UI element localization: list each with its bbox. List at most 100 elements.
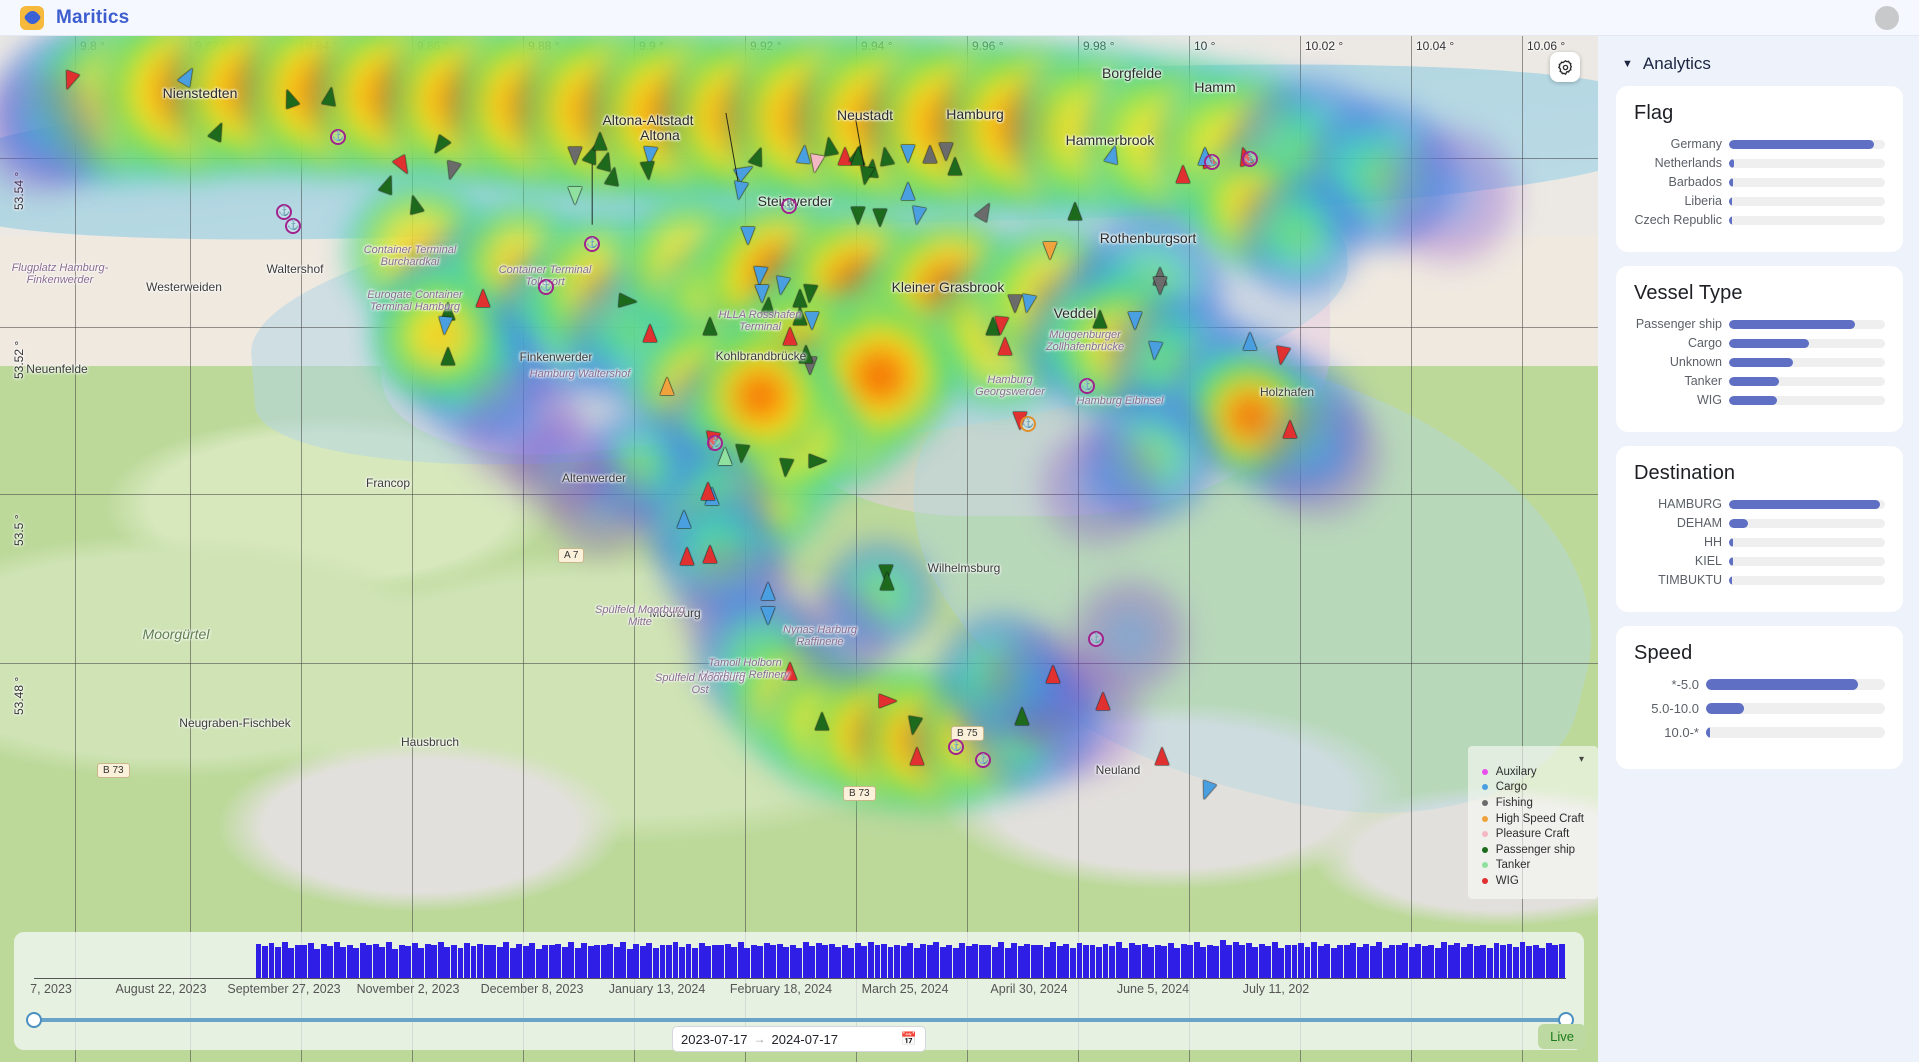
caret-down-icon[interactable]: ▼ (1622, 58, 1633, 70)
map-anchor-icon[interactable]: ⚓ (330, 129, 346, 145)
vessel-marker[interactable] (703, 545, 717, 563)
map-anchor-icon[interactable]: ⚓ (781, 198, 797, 214)
analytics-header[interactable]: ▼ Analytics (1622, 54, 1903, 74)
vessel-marker[interactable] (701, 482, 715, 500)
map-anchor-icon[interactable]: ⚓ (707, 435, 723, 451)
analytics-bar-row[interactable]: KIEL (1634, 554, 1885, 568)
vessel-marker[interactable] (998, 337, 1012, 355)
analytics-bar-row[interactable]: Czech Republic (1634, 213, 1885, 227)
vessel-marker[interactable] (752, 266, 768, 286)
analytics-bar-row[interactable]: TIMBUKTU (1634, 573, 1885, 587)
vessel-marker[interactable] (923, 145, 937, 163)
vessel-marker[interactable] (568, 187, 582, 205)
timeline-panel[interactable]: 7, 2023 August 22, 2023 September 27, 2023… (14, 932, 1586, 1052)
gear-icon[interactable] (1550, 52, 1580, 82)
vessel-marker[interactable] (1153, 277, 1167, 295)
vessel-marker[interactable] (761, 607, 775, 625)
vessel-marker[interactable] (815, 712, 829, 730)
vessel-marker[interactable] (1283, 420, 1297, 438)
analytics-bar-row[interactable]: DEHAM (1634, 516, 1885, 530)
vessel-marker[interactable] (1147, 341, 1163, 361)
slider-handle-left[interactable] (26, 1012, 42, 1028)
vessel-marker[interactable] (901, 182, 915, 200)
vessel-marker[interactable] (734, 444, 750, 464)
vessel-marker[interactable] (1128, 312, 1142, 330)
vessel-marker[interactable] (880, 572, 894, 590)
analytics-bar-row[interactable]: 10.0-* (1634, 725, 1885, 740)
vessel-marker[interactable] (1176, 165, 1190, 183)
map-anchor-icon[interactable]: ⚓ (584, 236, 600, 252)
vessel-marker[interactable] (476, 289, 490, 307)
vessel-marker[interactable] (802, 284, 818, 304)
legend-item[interactable]: Pleasure Craft (1478, 826, 1584, 842)
vessel-marker[interactable] (741, 227, 755, 245)
legend-item[interactable]: WIG (1478, 873, 1584, 889)
analytics-bar-row[interactable]: Tanker (1634, 374, 1885, 388)
legend-item[interactable]: Fishing (1478, 795, 1584, 811)
map-viewport[interactable]: 9.8 ° 9.82 ° 9.84 ° 9.86 ° 9.88 ° 9.9 ° 9.92 °… (0, 36, 1598, 1062)
calendar-icon[interactable]: 📅 (901, 1031, 917, 1047)
vessel-marker[interactable] (437, 316, 453, 336)
analytics-bar-row[interactable]: WIG (1634, 393, 1885, 407)
vessel-marker[interactable] (778, 458, 794, 478)
date-from-input[interactable]: 2023-07-17 (681, 1032, 748, 1047)
vessel-marker[interactable] (593, 132, 607, 150)
analytics-bar-row[interactable]: Passenger ship (1634, 317, 1885, 331)
map-anchor-icon[interactable]: ⚓ (1020, 416, 1036, 432)
analytics-bar-row[interactable]: Unknown (1634, 355, 1885, 369)
vessel-marker[interactable] (1015, 707, 1029, 725)
analytics-bar-row[interactable]: *-5.0 (1634, 677, 1885, 692)
vessel-marker[interactable] (640, 161, 656, 181)
analytics-bar-row[interactable]: Netherlands (1634, 156, 1885, 170)
date-range-picker[interactable]: 2023-07-17 → 2024-07-17 📅 (672, 1026, 926, 1052)
map-anchor-icon[interactable]: ⚓ (285, 218, 301, 234)
map-anchor-icon[interactable]: ⚓ (948, 739, 964, 755)
vessel-marker[interactable] (680, 547, 694, 565)
map-anchor-icon[interactable]: ⚓ (538, 279, 554, 295)
vessel-marker[interactable] (879, 694, 897, 708)
map-anchor-icon[interactable]: ⚓ (975, 752, 991, 768)
chevron-down-icon[interactable]: ▾ (1478, 755, 1584, 765)
map-anchor-icon[interactable]: ⚓ (276, 204, 292, 220)
vessel-marker[interactable] (643, 324, 657, 342)
vessel-marker[interactable] (821, 135, 839, 157)
map-legend[interactable]: ▾ Auxilary Cargo Fishing High Speed Craft Pl… (1467, 746, 1598, 899)
date-to-input[interactable]: 2024-07-17 (772, 1032, 839, 1047)
vessel-marker[interactable] (677, 510, 691, 528)
vessel-marker[interactable] (851, 207, 865, 225)
vessel-marker[interactable] (993, 316, 1009, 336)
vessel-marker[interactable] (568, 147, 582, 165)
analytics-bar-row[interactable]: Liberia (1634, 194, 1885, 208)
analytics-bar-row[interactable]: Germany (1634, 137, 1885, 151)
vessel-marker[interactable] (1096, 692, 1110, 710)
analytics-bar-row[interactable]: Cargo (1634, 336, 1885, 350)
analytics-bar-row[interactable]: Barbados (1634, 175, 1885, 189)
legend-item[interactable]: High Speed Craft (1478, 811, 1584, 827)
analytics-bar-row[interactable]: HAMBURG (1634, 497, 1885, 511)
vessel-marker[interactable] (809, 454, 827, 468)
map-anchor-icon[interactable]: ⚓ (1079, 378, 1095, 394)
vessel-marker[interactable] (761, 582, 775, 600)
legend-item[interactable]: Tanker (1478, 858, 1584, 874)
vessel-marker[interactable] (877, 145, 895, 167)
analytics-bar-row[interactable]: HH (1634, 535, 1885, 549)
map-anchor-icon[interactable]: ⚓ (1242, 151, 1258, 167)
vessel-marker[interactable] (1243, 332, 1257, 350)
vessel-marker[interactable] (1155, 747, 1169, 765)
legend-item[interactable]: Cargo (1478, 780, 1584, 796)
vessel-marker[interactable] (910, 747, 924, 765)
vessel-marker[interactable] (948, 157, 962, 175)
legend-item[interactable]: Passenger ship (1478, 842, 1584, 858)
vessel-marker[interactable] (1046, 665, 1060, 683)
legend-item[interactable]: Auxilary (1478, 764, 1584, 780)
analytics-bar-row[interactable]: 5.0-10.0 (1634, 701, 1885, 716)
vessel-marker[interactable] (718, 447, 732, 465)
vessel-marker[interactable] (1068, 202, 1082, 220)
vessel-marker[interactable] (618, 293, 638, 309)
map-anchor-icon[interactable]: ⚓ (1204, 154, 1220, 170)
live-button[interactable]: Live (1538, 1024, 1586, 1049)
user-avatar[interactable] (1875, 6, 1899, 30)
vessel-marker[interactable] (1043, 242, 1057, 260)
vessel-marker[interactable] (660, 377, 674, 395)
map-anchor-icon[interactable]: ⚓ (1088, 631, 1104, 647)
